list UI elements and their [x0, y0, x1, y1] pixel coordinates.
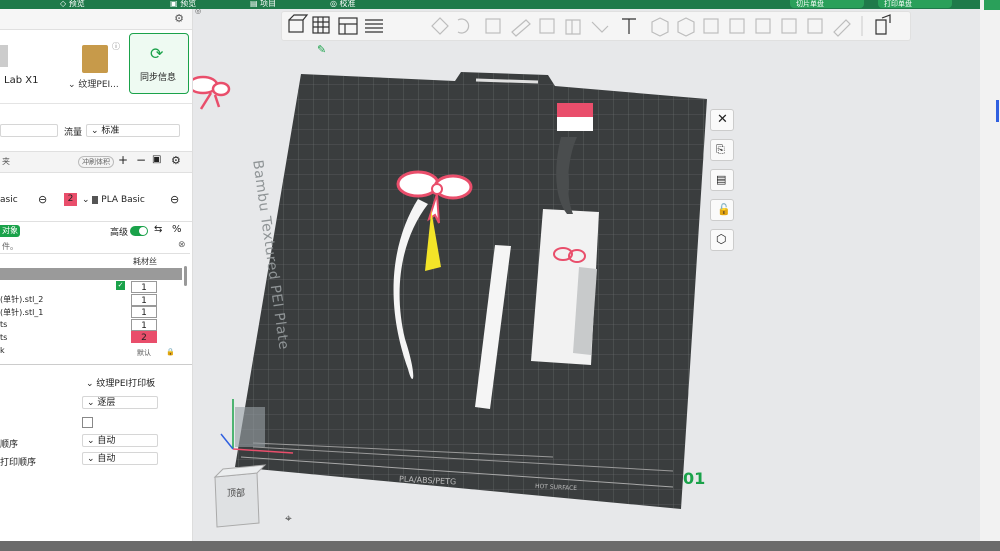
default-label: 默认 — [137, 349, 151, 357]
title-bar: ◇ 预览 ▣ 预览 ▤ 项目 ◎ 校准 切片单盘 打印单盘 — [0, 0, 980, 9]
table-row[interactable]: 1 — [131, 294, 157, 306]
tab-calibrate[interactable]: ◎ 校准 — [330, 0, 356, 8]
filament-header: 夹 冲刷体积 + − ▣ ⚙ — [0, 151, 192, 173]
first-layer-select[interactable]: ⌄ 自动 — [82, 434, 158, 447]
close-icon: ✕ — [717, 112, 728, 127]
tab-project[interactable]: ▤ 项目 — [250, 0, 276, 8]
flow-select[interactable]: ⌄ 标准 — [86, 124, 180, 137]
filament-slot2-number[interactable]: 2 — [64, 193, 77, 206]
plate-number[interactable]: 01 — [683, 469, 705, 488]
slot1-remove-icon[interactable]: ⊖ — [38, 193, 47, 206]
left-sidebar: ⚙ Lab X1 ⓘ ⌄ 纹理PEI... ⟳ 同步信息 流量 ⌄ 标准 夹 冲… — [0, 9, 193, 541]
print-button[interactable]: 打印单盘 — [878, 0, 952, 8]
table-row[interactable]: 2 — [131, 331, 157, 343]
printer-icon — [0, 45, 8, 67]
tab-prepare[interactable]: ◇ 预览 — [60, 0, 85, 8]
printer-name: Lab X1 — [4, 75, 39, 86]
tab-preview[interactable]: ▣ 预览 — [170, 0, 196, 8]
scrollbar[interactable] — [184, 266, 187, 286]
lock-icon: 🔒 — [166, 348, 175, 356]
check-icon[interactable]: ✓ — [116, 281, 125, 290]
table-row[interactable]: 1 — [131, 319, 157, 331]
filament-list-icon[interactable]: ▣ — [152, 154, 161, 165]
list-item[interactable]: (单针).stl_2 — [0, 294, 43, 305]
camera-focus-icon[interactable]: ⌖ — [285, 511, 292, 526]
split-icon[interactable]: ⇆ — [154, 224, 162, 235]
floating-bow-model — [193, 75, 231, 110]
plate-orient-button[interactable]: ⎘ — [710, 139, 734, 161]
printer-section-header: ⚙ — [0, 9, 192, 30]
3d-viewport[interactable]: ✎ ◎ Bambu Textured PEI Plate 01 PLA/ABS/… — [193, 9, 980, 541]
build-plate — [235, 72, 707, 509]
hex-settings-icon: ⬡ — [716, 232, 727, 246]
first-layer-label: 顺序 — [0, 440, 19, 450]
gear-icon[interactable]: ⚙ — [174, 12, 184, 25]
view-cube-label[interactable]: 顶部 — [227, 486, 245, 499]
list-item[interactable]: (单针).stl_1 — [0, 307, 43, 318]
process-select[interactable] — [0, 124, 58, 137]
list-item[interactable]: ts — [0, 320, 7, 329]
scene-canvas — [193, 72, 707, 528]
plate-settings-button[interactable]: ⬡ — [710, 229, 734, 251]
sync-icon: ⟳ — [150, 44, 164, 63]
plate-name: 纹理PEI... — [78, 80, 119, 90]
plate-delete-button[interactable]: ✕ — [710, 109, 734, 131]
add-filament-icon[interactable]: + — [118, 153, 128, 167]
arrange-plate-icon: ▤ — [716, 173, 727, 186]
printer-card[interactable]: Lab X1 — [0, 37, 60, 97]
tab-objects[interactable]: 对象 — [0, 225, 20, 237]
column-filament: 耗材丝 — [133, 257, 157, 266]
list-item[interactable]: k — [0, 346, 5, 355]
filament-settings-icon[interactable]: ⚙ — [171, 154, 181, 167]
objects-header: 对象 高级 ⇆ % — [0, 221, 192, 240]
object-search[interactable]: 件。 ⊗ — [0, 240, 190, 254]
advanced-label: 高级 — [110, 228, 129, 238]
lock-plate-icon: 🔓 — [717, 203, 731, 216]
orient-icon: ⎘ — [716, 143, 725, 156]
plate-arrange-button[interactable]: ▤ — [710, 169, 734, 191]
list-item[interactable]: ts — [0, 333, 7, 342]
advanced-toggle[interactable] — [130, 226, 148, 236]
other-layer-label: 打印顺序 — [0, 458, 37, 468]
sequence-select[interactable]: ⌄ 逐层 — [82, 396, 158, 409]
slice-button[interactable]: 切片单盘 — [790, 0, 864, 8]
flush-volume-button[interactable]: 冲刷体积 — [78, 156, 114, 168]
filament-icon — [92, 195, 99, 204]
slot2-remove-icon[interactable]: ⊖ — [170, 193, 179, 206]
plate-thumbnail — [82, 45, 108, 73]
other-layer-select[interactable]: ⌄ 自动 — [82, 452, 158, 465]
remove-filament-icon[interactable]: − — [136, 153, 146, 167]
plate-type-select[interactable]: ⌄ 纹理PEI打印板 — [82, 378, 160, 391]
flow-label: 流量 — [64, 128, 83, 138]
table-row[interactable]: 1 — [131, 306, 157, 318]
plate-card[interactable]: ⓘ ⌄ 纹理PEI... — [66, 37, 122, 97]
table-row-selected[interactable] — [0, 268, 182, 280]
filament-slot2-name: PLA Basic — [101, 195, 145, 205]
filament-slot1-name: asic — [0, 195, 18, 205]
sync-button[interactable]: ⟳ 同步信息 — [129, 33, 189, 94]
info-icon[interactable]: ⓘ — [112, 41, 120, 52]
spiral-checkbox[interactable] — [82, 417, 93, 428]
plate-lock-button[interactable]: 🔓 — [710, 199, 734, 221]
clear-search-icon[interactable]: ⊗ — [178, 240, 186, 250]
right-edge — [980, 0, 1000, 551]
percent-icon[interactable]: % — [172, 224, 182, 235]
table-row[interactable]: 1 — [131, 281, 157, 293]
taskbar — [0, 541, 1000, 551]
